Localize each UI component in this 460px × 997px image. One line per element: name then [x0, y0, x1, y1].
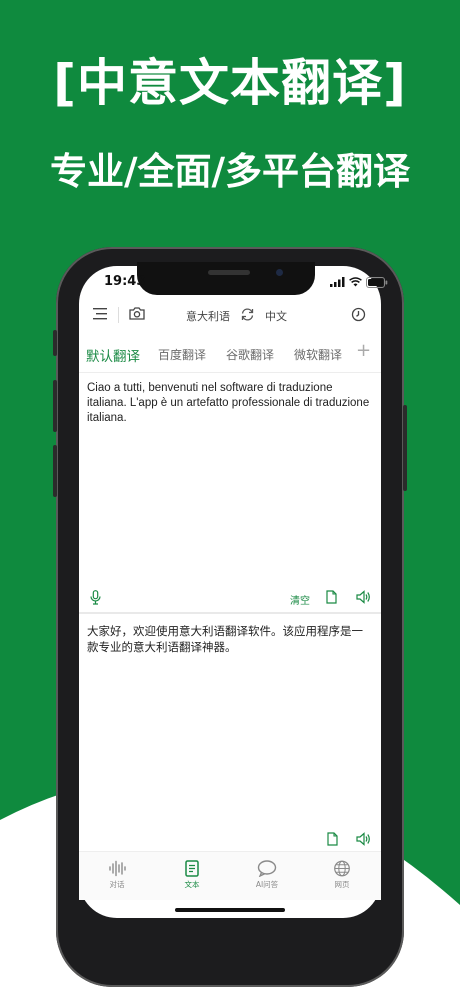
nav-label-text: 文本 [184, 880, 200, 889]
speaker-icon[interactable] [356, 590, 371, 604]
nav-item-text[interactable]: 文本 [162, 860, 222, 890]
waveform-icon [109, 860, 126, 877]
nav-label-ai-qa: AI问答 [255, 880, 279, 889]
document-icon[interactable] [327, 832, 338, 846]
tab-microsoft-translation[interactable]: 微软翻译 [294, 346, 342, 363]
battery-icon [366, 276, 388, 288]
toolbar-divider [118, 307, 119, 323]
speaker-icon[interactable] [356, 832, 371, 846]
nav-item-ai-qa[interactable]: AI问答 [237, 860, 297, 890]
tab-default-translation[interactable]: 默认翻译 [86, 345, 140, 365]
signal-icon [330, 277, 345, 287]
microphone-icon[interactable] [90, 590, 101, 605]
tab-google-translation[interactable]: 谷歌翻译 [226, 346, 274, 363]
source-language-selector[interactable]: 意大利语 [186, 308, 230, 324]
source-text-input[interactable]: Ciao a tutti, benvenuti nel software di … [87, 381, 371, 426]
document-icon[interactable] [326, 590, 337, 604]
nav-label-dialogue: 对话 [109, 880, 125, 889]
chat-bubble-icon [257, 860, 277, 877]
phone-volume-down [53, 445, 57, 497]
engine-tabs: 默认翻译 百度翻译 谷歌翻译 微软翻译 + [79, 336, 381, 373]
source-actions: 清空 [79, 586, 381, 610]
camera-icon[interactable] [129, 307, 145, 320]
status-icons [330, 276, 388, 288]
clear-button[interactable]: 清空 [290, 592, 310, 607]
home-indicator[interactable] [175, 908, 285, 912]
phone-notch [137, 262, 315, 295]
bottom-navigation: 对话 文本 AI问答 网页 [79, 851, 381, 900]
translate-toolbar: 意大利语 中文 [79, 298, 381, 332]
promo-subline: 专业/全面/多平台翻译 [49, 150, 411, 193]
promo-headline: [中意文本翻译] [53, 54, 407, 112]
nav-item-webpage[interactable]: 网页 [312, 860, 372, 890]
phone-volume-up [53, 380, 57, 432]
translation-output: 大家好，欢迎使用意大利语翻译软件。该应用程序是一款专业的意大利语翻译神器。 [87, 624, 363, 654]
menu-icon[interactable] [93, 308, 107, 320]
history-icon[interactable] [351, 307, 366, 322]
document-icon [185, 860, 199, 877]
phone-camera [276, 269, 283, 276]
panel-divider [79, 612, 381, 614]
globe-icon [334, 860, 350, 877]
target-language-selector[interactable]: 中文 [265, 308, 287, 324]
phone-silent-switch [53, 330, 57, 356]
wifi-icon [349, 277, 362, 287]
phone-power-button [403, 405, 407, 491]
phone-speaker [208, 270, 250, 275]
tab-baidu-translation[interactable]: 百度翻译 [158, 346, 206, 363]
nav-label-webpage: 网页 [334, 880, 350, 889]
swap-icon[interactable] [240, 307, 255, 322]
nav-item-dialogue[interactable]: 对话 [87, 860, 147, 890]
status-time: 19:43 [104, 274, 146, 289]
add-tab-button[interactable]: + [356, 340, 371, 361]
translation-actions [79, 828, 381, 852]
